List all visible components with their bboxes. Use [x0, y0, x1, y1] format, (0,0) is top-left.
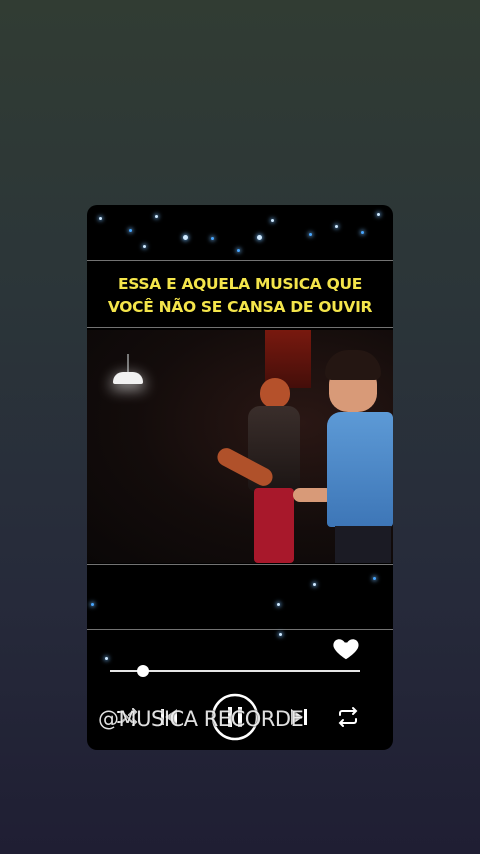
star [155, 215, 158, 218]
star [211, 237, 214, 240]
star [143, 245, 146, 248]
video-frame[interactable] [87, 330, 393, 563]
singer-pants [335, 526, 391, 563]
guitarist-legs [254, 488, 294, 563]
singer-shirt [327, 412, 393, 527]
repeat-icon [338, 707, 358, 727]
video-divider [87, 564, 393, 565]
caption-line-1: ESSA E AQUELA MUSICA QUE [117, 275, 363, 293]
shuffle-icon [117, 708, 138, 726]
shuffle-button[interactable] [115, 705, 139, 734]
star [377, 213, 380, 216]
star [91, 603, 94, 606]
skip-previous-icon [161, 709, 177, 725]
star [99, 217, 102, 220]
star [373, 577, 376, 580]
star [271, 219, 274, 222]
music-player-card: ESSA E AQUELA MUSICA QUE VOCÊ NÃO SE CAN… [87, 205, 393, 750]
previous-button[interactable] [157, 705, 181, 734]
repeat-button[interactable] [335, 705, 361, 734]
skip-next-icon [291, 709, 307, 725]
star [129, 229, 132, 232]
singer-figure [293, 350, 393, 563]
heart-icon [333, 639, 359, 660]
stage-lamp-cord [127, 354, 129, 373]
star [105, 657, 108, 660]
top-divider [87, 260, 393, 261]
star [277, 603, 280, 606]
next-button[interactable] [287, 705, 311, 734]
like-button[interactable] [331, 633, 361, 663]
seek-thumb[interactable] [136, 665, 149, 677]
star [257, 235, 262, 240]
play-pause-button[interactable] [211, 693, 259, 746]
singer-hair [325, 350, 381, 380]
star [237, 249, 240, 252]
stage-lamp [113, 372, 143, 384]
star [335, 225, 338, 228]
song-caption: ESSA E AQUELA MUSICA QUE VOCÊ NÃO SE CAN… [87, 273, 393, 319]
star [309, 233, 312, 236]
caption-line-2: VOCÊ NÃO SE CANSA DE OUVIR [107, 298, 373, 316]
star [183, 235, 188, 240]
guitarist-head [260, 378, 290, 408]
playback-controls [87, 693, 393, 741]
star [361, 231, 364, 234]
star [279, 633, 282, 636]
pause-icon [211, 693, 259, 741]
star [313, 583, 316, 586]
controls-divider [87, 629, 393, 630]
caption-divider [87, 327, 393, 328]
